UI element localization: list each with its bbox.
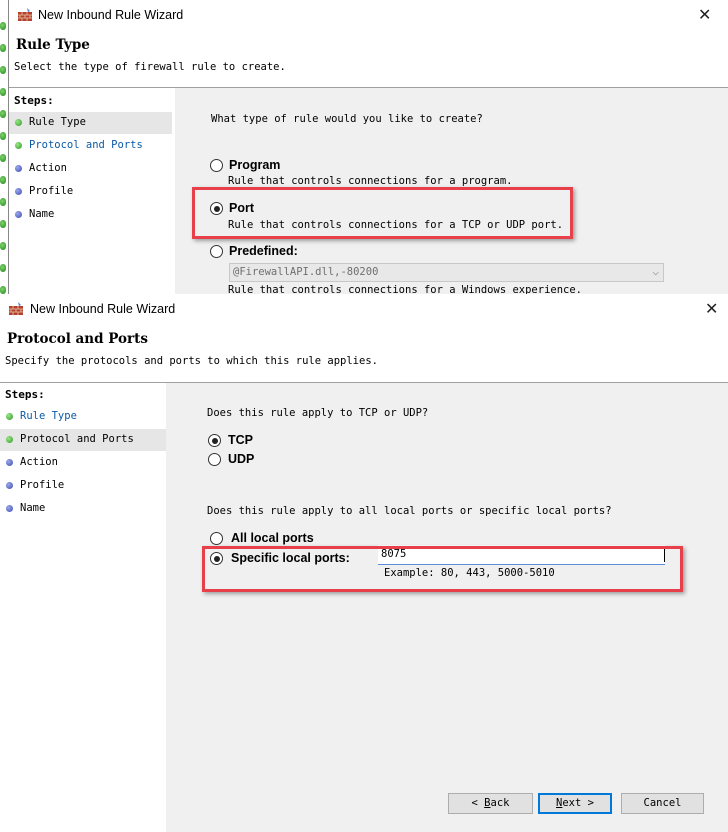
step-label: Rule Type xyxy=(29,116,86,128)
chain-link-icon xyxy=(0,220,6,228)
step-complete-icon xyxy=(6,436,13,443)
chain-link-icon xyxy=(0,198,6,206)
cancel-button[interactable]: Cancel xyxy=(621,793,704,814)
chain-link-icon xyxy=(0,264,6,272)
tcp-label[interactable]: TCP xyxy=(228,433,253,447)
steps-heading: Steps: xyxy=(5,388,45,401)
step-label: Protocol and Ports xyxy=(29,139,143,151)
protocol-question: Does this rule apply to TCP or UDP? xyxy=(207,407,429,419)
protocol-ports-content: Does this rule apply to TCP or UDP? TCP … xyxy=(166,383,728,832)
step-pending-icon xyxy=(6,505,13,512)
chain-link-icon xyxy=(0,242,6,250)
udp-radio[interactable] xyxy=(208,453,221,466)
back-label: ack xyxy=(490,797,510,809)
step-action[interactable]: Action xyxy=(9,158,172,180)
tcp-radio[interactable] xyxy=(208,434,221,447)
step-label: Name xyxy=(20,502,46,514)
step-complete-icon xyxy=(6,413,13,420)
predefined-label[interactable]: Predefined: xyxy=(229,244,298,258)
step-pending-icon xyxy=(6,482,13,489)
predefined-value: @FirewallAPI.dll,-80200 xyxy=(233,266,379,278)
program-radio[interactable] xyxy=(210,159,223,172)
back-button[interactable]: < Back xyxy=(448,793,533,814)
udp-label[interactable]: UDP xyxy=(228,452,254,466)
next-label: ext > xyxy=(562,797,594,809)
chain-link-icon xyxy=(0,22,6,30)
chain-link-icon xyxy=(0,88,6,96)
step-label: Protocol and Ports xyxy=(20,433,134,445)
steps-heading: Steps: xyxy=(14,94,54,107)
background-window-edge xyxy=(0,0,7,294)
step-protocol-and-ports[interactable]: Protocol and Ports xyxy=(0,429,166,451)
title-bar[interactable]: New Inbound Rule Wizard ✕ xyxy=(9,0,728,30)
step-pending-icon xyxy=(6,459,13,466)
step-pending-icon xyxy=(15,188,22,195)
step-label: Action xyxy=(20,456,58,468)
chain-link-icon xyxy=(0,110,6,118)
chain-link-icon xyxy=(0,66,6,74)
title-bar[interactable]: New Inbound Rule Wizard ✕ xyxy=(0,294,728,324)
page-title: Rule Type xyxy=(16,37,90,53)
step-label: Rule Type xyxy=(20,410,77,422)
step-label: Profile xyxy=(20,479,65,491)
window-title: New Inbound Rule Wizard xyxy=(30,302,176,316)
all-local-ports-label[interactable]: All local ports xyxy=(231,531,314,545)
back-arrow: < xyxy=(471,797,485,809)
step-profile[interactable]: Profile xyxy=(0,475,166,497)
step-complete-icon xyxy=(15,119,22,126)
chain-link-icon xyxy=(0,154,6,162)
step-rule-type[interactable]: Rule Type xyxy=(9,112,172,134)
step-protocol-and-ports[interactable]: Protocol and Ports xyxy=(9,135,172,157)
close-icon[interactable]: ✕ xyxy=(698,5,711,25)
chain-link-icon xyxy=(0,286,6,294)
program-label[interactable]: Program xyxy=(229,158,280,172)
step-action[interactable]: Action xyxy=(0,452,166,474)
step-profile[interactable]: Profile xyxy=(9,181,172,203)
step-label: Action xyxy=(29,162,67,174)
next-button[interactable]: Next > xyxy=(538,793,612,814)
predefined-dropdown[interactable]: @FirewallAPI.dll,-80200 ⌵ xyxy=(229,263,664,282)
step-label: Profile xyxy=(29,185,74,197)
step-complete-icon xyxy=(15,142,22,149)
step-name[interactable]: Name xyxy=(0,498,166,520)
step-label: Name xyxy=(29,208,55,220)
highlight-box xyxy=(202,546,683,592)
page-subtitle: Specify the protocols and ports to which… xyxy=(5,355,378,367)
step-pending-icon xyxy=(15,211,22,218)
program-description: Rule that controls connections for a pro… xyxy=(228,175,513,187)
firewall-wizard-icon xyxy=(8,302,24,316)
close-icon[interactable]: ✕ xyxy=(705,299,718,319)
protocol-ports-window: New Inbound Rule Wizard ✕ Protocol and P… xyxy=(0,294,728,832)
chain-link-icon xyxy=(0,176,6,184)
highlight-box xyxy=(192,187,573,239)
step-pending-icon xyxy=(15,165,22,172)
chevron-down-icon: ⌵ xyxy=(652,265,659,278)
page-subtitle: Select the type of firewall rule to crea… xyxy=(14,61,286,73)
step-rule-type[interactable]: Rule Type xyxy=(0,406,166,428)
firewall-wizard-icon xyxy=(17,8,33,22)
all-local-ports-radio[interactable] xyxy=(210,532,223,545)
chain-link-icon xyxy=(0,44,6,52)
ports-question: Does this rule apply to all local ports … xyxy=(207,505,612,517)
window-title: New Inbound Rule Wizard xyxy=(38,8,184,22)
chain-link-icon xyxy=(0,132,6,140)
rule-type-window: New Inbound Rule Wizard ✕ Rule Type Sele… xyxy=(8,0,728,296)
predefined-radio[interactable] xyxy=(210,245,223,258)
rule-type-question: What type of rule would you like to crea… xyxy=(211,113,483,125)
step-name[interactable]: Name xyxy=(9,204,172,226)
page-title: Protocol and Ports xyxy=(7,331,149,347)
